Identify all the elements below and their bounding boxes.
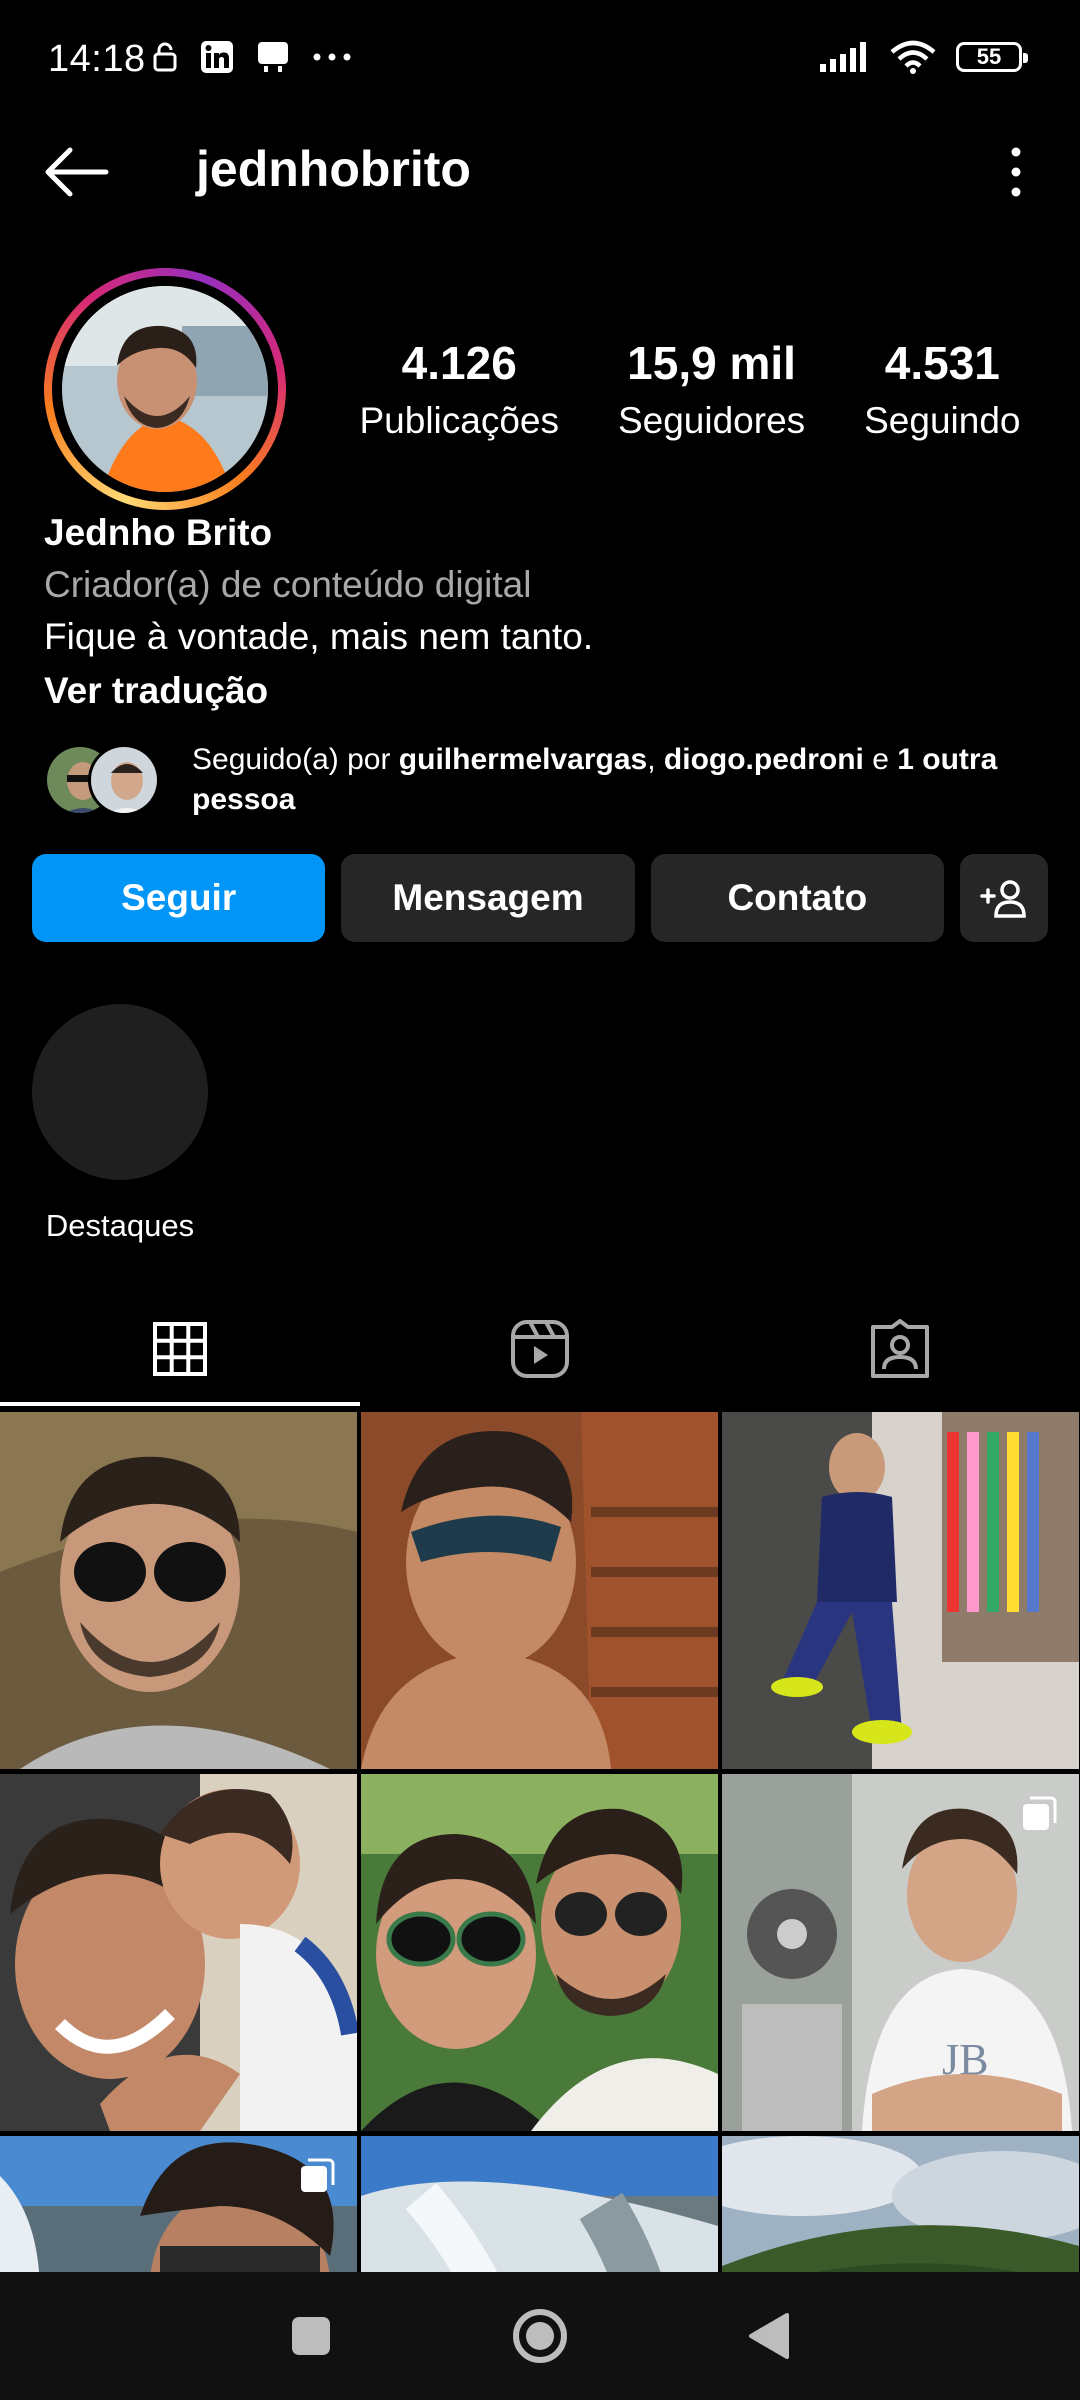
status-time: 14:18 <box>48 38 146 80</box>
post-thumbnail[interactable] <box>0 1412 357 1769</box>
profile-category: Criador(a) de conteúdo digital <box>44 564 532 605</box>
suggested-users-button[interactable] <box>959 854 1048 942</box>
multiple-photos-icon <box>301 2158 335 2192</box>
follower-username[interactable]: guilhermelvargas <box>399 743 647 776</box>
stat-value: 4.126 <box>401 337 517 389</box>
grid-icon <box>153 1322 207 1376</box>
signal-icon <box>820 42 866 72</box>
highlight-item[interactable]: Destaques <box>32 1004 208 1244</box>
lock-icon <box>153 42 177 72</box>
profile-tabs <box>0 1290 1080 1408</box>
profile-actions: Seguir Mensagem Contato <box>32 854 1048 944</box>
post-thumbnail[interactable] <box>722 1412 1079 1769</box>
follower-avatar <box>88 744 160 816</box>
stat-value: 15,9 mil <box>627 337 796 389</box>
stat-label: Publicações <box>359 400 559 441</box>
post-thumbnail[interactable] <box>0 1774 357 2131</box>
profile-stats: 4.126 Publicações 15,9 mil Seguidores 4.… <box>330 336 1050 442</box>
status-bar: 14:18 55 <box>0 0 1080 120</box>
notification-icon <box>258 42 288 72</box>
tagged-person-icon <box>871 1319 929 1378</box>
follow-button[interactable]: Seguir <box>32 854 326 942</box>
stat-label: Seguindo <box>864 400 1021 441</box>
battery-level: 55 <box>976 44 1002 69</box>
reels-icon <box>511 1320 569 1378</box>
stat-posts[interactable]: 4.126 Publicações <box>359 336 559 442</box>
posts-grid: JB <box>0 1412 1080 2272</box>
more-dots-icon <box>313 53 351 61</box>
header-username: jednhobrito <box>196 141 471 197</box>
profile-full-name: Jednho Brito <box>44 512 273 553</box>
back-nav-icon[interactable] <box>747 2311 791 2361</box>
post-thumbnail[interactable] <box>722 2136 1079 2272</box>
highlight-cover <box>32 1004 208 1180</box>
avatar-story-ring[interactable] <box>44 268 286 510</box>
follower-username[interactable]: diogo.pedroni <box>664 743 864 776</box>
post-thumbnail[interactable]: JB <box>722 1774 1079 2131</box>
back-arrow-icon[interactable] <box>40 142 110 202</box>
system-nav-bar <box>0 2272 1080 2400</box>
contact-button[interactable]: Contato <box>650 854 944 942</box>
avatar <box>62 286 268 492</box>
tab-reels[interactable] <box>360 1290 720 1408</box>
highlight-label: Destaques <box>45 1208 195 1243</box>
battery-icon: 55 <box>956 42 1028 72</box>
followed-by[interactable]: Seguido(a) por guilhermelvargas, diogo.p… <box>44 740 1044 830</box>
profile-bio: Fique à vontade, mais nem tanto. <box>44 616 594 657</box>
linkedin-icon <box>201 41 233 73</box>
wifi-icon <box>890 40 936 74</box>
stat-following[interactable]: 4.531 Seguindo <box>864 336 1020 442</box>
tab-posts-grid[interactable] <box>0 1290 360 1408</box>
home-icon[interactable] <box>510 2306 570 2366</box>
stat-followers[interactable]: 15,9 mil Seguidores <box>618 336 805 442</box>
stat-label: Seguidores <box>617 400 806 441</box>
followed-by-text: Seguido(a) por guilhermelvargas, diogo.p… <box>192 743 998 816</box>
message-button[interactable]: Mensagem <box>341 854 635 942</box>
tab-tagged[interactable] <box>720 1290 1080 1408</box>
post-thumbnail[interactable] <box>361 2136 718 2272</box>
post-thumbnail[interactable] <box>361 1774 718 2131</box>
see-translation-link[interactable]: Ver tradução <box>44 670 268 712</box>
multiple-photos-icon <box>1023 1796 1057 1830</box>
stat-value: 4.531 <box>884 337 1000 389</box>
profile-header: jednhobrito <box>0 120 1080 220</box>
add-person-icon <box>980 880 1026 918</box>
post-thumbnail[interactable] <box>361 1412 718 1769</box>
more-options-icon[interactable] <box>996 142 1036 202</box>
post-thumbnail[interactable] <box>0 2136 357 2272</box>
recent-apps-icon[interactable] <box>289 2314 333 2358</box>
